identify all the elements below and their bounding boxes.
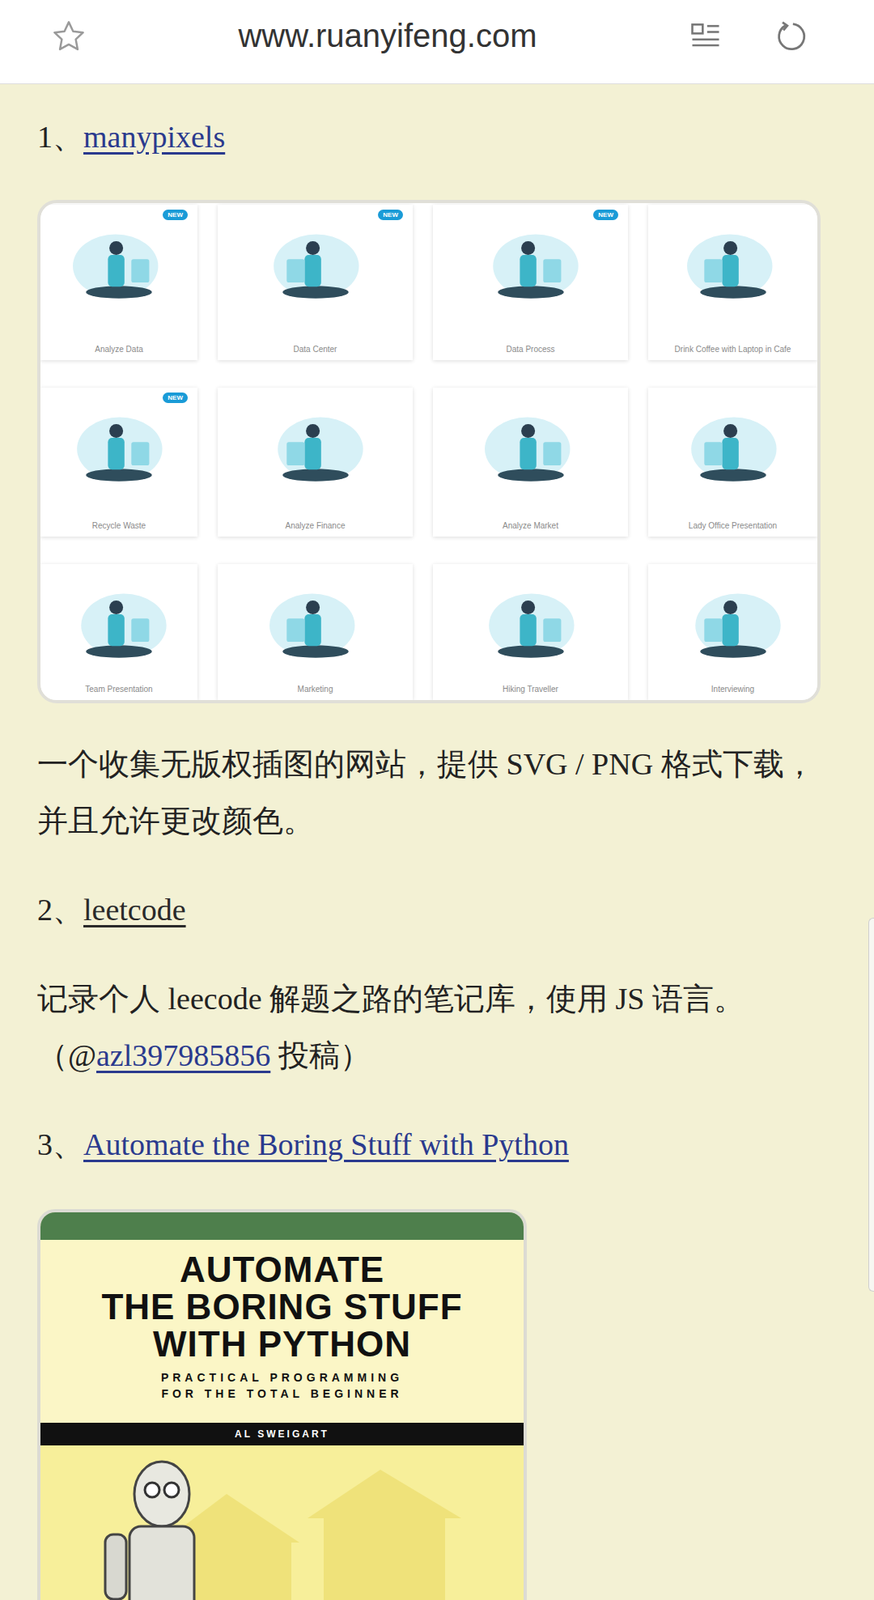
entry-title: 3、Automate the Boring Stuff with Python <box>37 1115 842 1173</box>
cover-author: AL SWEIGART <box>40 1422 524 1446</box>
new-badge: NEW <box>593 209 619 221</box>
illustration-icon <box>50 575 188 673</box>
new-badge: NEW <box>377 209 404 221</box>
card-label: Drink Coffee with Laptop in Cafe <box>674 344 792 354</box>
cover-title: AUTOMATETHE BORING STUFFWITH PYTHON <box>40 1239 524 1363</box>
gallery-card[interactable]: Analyze Finance <box>217 387 413 537</box>
gallery-card[interactable]: Team Presentation <box>40 564 198 701</box>
book-cover: AUTOMATETHE BORING STUFFWITH PYTHON PRACT… <box>37 1209 527 1600</box>
cover-subtitle-line: FOR THE TOTAL BEGINNER <box>40 1385 524 1402</box>
refresh-icon[interactable] <box>773 18 810 55</box>
cover-title-line: WITH PYTHON <box>40 1325 524 1363</box>
entry-description: 记录个人 leecode 解题之路的笔记库，使用 JS 语言。（@azl3979… <box>37 970 842 1084</box>
card-label: Data Center <box>293 344 338 354</box>
entry-number: 3、 <box>37 1127 84 1162</box>
card-label: Data Process <box>505 344 555 354</box>
gallery-card[interactable]: Recycle Waste NEW <box>40 387 198 537</box>
card-label: Analyze Data <box>94 344 143 354</box>
entry-link[interactable]: leetcode <box>83 892 187 927</box>
robot-illustration-icon <box>40 1445 524 1600</box>
entry: 1、manypixels Analyze Data NEW Data Center NE… <box>37 108 842 849</box>
illustration-icon <box>462 398 600 497</box>
article: 1、manypixels Analyze Data NEW Data Center NE… <box>0 84 874 1600</box>
illustration-icon <box>50 216 188 314</box>
illustration-icon <box>664 216 802 314</box>
description-text: 投稿） <box>270 1038 371 1073</box>
card-label: Hiking Traveller <box>502 684 559 694</box>
illustration-icon <box>462 575 600 673</box>
author-link[interactable]: azl397985856 <box>96 1038 271 1073</box>
cover-title-line: THE BORING STUFF <box>40 1288 524 1326</box>
entry-description: 一个收集无版权插图的网站，提供 SVG / PNG 格式下载，并且允许更改颜色。 <box>37 735 842 849</box>
cover-top-band <box>40 1212 524 1240</box>
entry-title: 2、leetcode <box>37 881 842 938</box>
entry-title: 1、manypixels <box>37 108 842 166</box>
illustration-gallery: Analyze DataNEWData CenterNEWData Proces… <box>37 199 821 704</box>
illustration-icon <box>50 398 188 497</box>
cover-subtitle-line: PRACTICAL PROGRAMMING <box>40 1369 524 1386</box>
new-badge: NEW <box>162 209 188 221</box>
gallery-card[interactable]: Marketing <box>217 564 413 701</box>
cover-subtitle: PRACTICAL PROGRAMMINGFOR THE TOTAL BEGIN… <box>40 1369 524 1402</box>
url-text[interactable]: www.ruanyifeng.com <box>87 17 688 55</box>
card-label: Recycle Waste <box>92 521 146 531</box>
entry-link[interactable]: Automate the Boring Stuff with Python <box>83 1127 569 1162</box>
gallery-card[interactable]: Drink Coffee with Laptop in Cafe <box>648 204 818 361</box>
scrollbar-thumb[interactable] <box>868 917 874 1292</box>
entry-link[interactable]: manypixels <box>83 119 225 154</box>
card-label: Team Presentation <box>84 684 153 694</box>
entry: 2、leetcode 记录个人 leecode 解题之路的笔记库，使用 JS 语言… <box>37 881 842 1084</box>
gallery-grid: Analyze DataNEWData CenterNEWData Proces… <box>40 203 818 701</box>
card-label: Interviewing <box>711 684 755 694</box>
gallery-card[interactable]: Hiking Traveller <box>432 564 628 701</box>
illustration-icon <box>664 575 802 673</box>
gallery-card[interactable]: Lady Office Presentation <box>648 387 818 537</box>
new-badge: NEW <box>162 392 188 404</box>
entry-number: 2、 <box>37 892 84 927</box>
card-label: Lady Office Presentation <box>688 521 777 531</box>
illustration-icon <box>462 216 600 314</box>
reader-mode-icon[interactable] <box>687 18 724 55</box>
gallery-card[interactable]: Analyze Data NEW <box>40 204 198 361</box>
card-label: Analyze Finance <box>285 521 346 531</box>
illustration-icon <box>664 398 802 497</box>
address-bar: www.ruanyifeng.com <box>0 0 874 85</box>
gallery-card[interactable]: Data Process NEW <box>432 204 628 361</box>
card-label: Marketing <box>297 684 334 694</box>
gallery-card[interactable]: Interviewing <box>648 564 818 701</box>
bookmark-star-icon[interactable] <box>50 17 88 56</box>
cover-title-line: AUTOMATE <box>40 1251 524 1289</box>
illustration-icon <box>246 216 385 314</box>
card-label: Analyze Market <box>502 521 559 531</box>
description-text: 一个收集无版权插图的网站，提供 SVG / PNG 格式下载，并且允许更改颜色。 <box>37 746 815 838</box>
entry: 3、Automate the Boring Stuff with PythonA… <box>37 1115 842 1600</box>
illustration-icon <box>246 575 385 673</box>
toolbar-actions <box>687 18 810 55</box>
gallery-card[interactable]: Data Center NEW <box>217 204 413 361</box>
illustration-icon <box>246 398 385 497</box>
gallery-card[interactable]: Analyze Market <box>432 387 628 537</box>
browser-page: www.ruanyifeng.com 1、manypixels Analyze Da… <box>0 0 874 1600</box>
entry-number: 1、 <box>37 119 84 154</box>
